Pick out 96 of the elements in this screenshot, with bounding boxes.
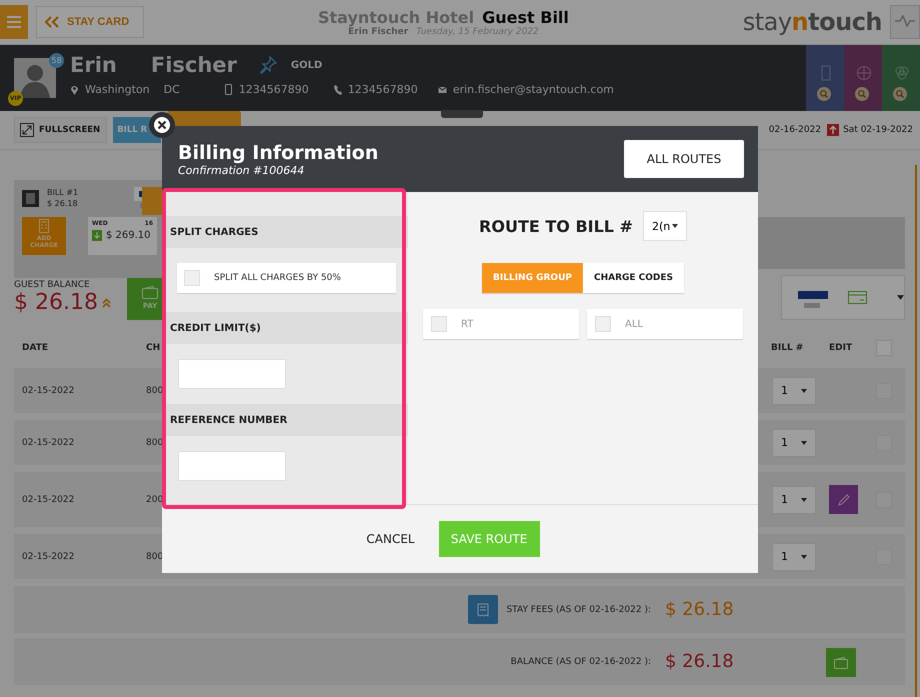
double-chevron-left-icon[interactable] [45,16,59,28]
caret-icon[interactable] [672,224,678,228]
cancel-button[interactable]: CANCEL [360,531,421,547]
location-icon [70,84,79,95]
circles-icon [894,65,910,81]
logo: stayntouch [742,8,882,36]
close-icon[interactable] [153,116,171,134]
checkbox[interactable] [595,316,611,332]
menu-button[interactable] [0,5,28,39]
checkbox[interactable] [184,270,200,286]
reference-number-field[interactable] [178,451,286,481]
first-name: Erin [70,53,117,77]
bill-select[interactable]: 2(n [642,211,687,241]
last-name: Fischer [150,53,237,77]
city-text: Washington [85,83,150,96]
pulse-icon[interactable] [895,14,915,26]
globe-icon [856,65,872,81]
bill-icon [22,190,39,206]
confirmation-number: Confirmation #100644 [178,164,306,176]
caret-icon[interactable] [801,554,807,558]
table-cell-text: 02-15-2022 [21,386,76,396]
wallet-icon[interactable] [834,656,848,668]
date-text: Sat 02-19-2022 [843,125,913,135]
edit-button[interactable] [829,485,858,514]
count-badge: 58 [49,53,64,68]
table-cell-text: 02-15-2022 [21,552,76,562]
chevron-up-icon [102,298,111,308]
phone-icon [332,84,342,95]
column-header: BILL # [771,343,804,353]
menu-icon[interactable] [7,16,21,28]
lookup-tile[interactable] [844,45,882,111]
total-label: STAY FEES (AS OF 02-16-2022 ): [506,604,651,614]
total-label: BALANCE (AS OF 02-16-2022 ): [510,656,651,666]
search-icon [855,87,869,101]
split-option[interactable]: SPLIT ALL CHARGES BY 50% [177,263,396,293]
mail-icon [438,84,447,95]
tab[interactable]: CHARGE CODES [583,263,684,293]
scrollbar[interactable] [915,165,917,697]
mobile-icon [224,84,233,95]
fullscreen-button[interactable]: FULLSCREEN [14,117,108,143]
balance-label: GUEST BALANCE [14,280,91,290]
table-cell: 800 [146,386,164,396]
receipt-button[interactable] [468,595,498,624]
bill-select[interactable]: 1 [772,428,816,456]
down-arrow-icon [92,230,102,241]
activity-button[interactable] [890,5,920,39]
total-amount: $ 26.18 [665,599,735,620]
membership-level: GOLD [290,60,322,70]
caret-icon[interactable] [801,388,807,392]
search-icon [817,87,831,101]
wallet-icon[interactable] [142,286,158,298]
calculator-icon[interactable] [39,219,49,233]
all-routes-button[interactable]: ALL ROUTES [624,140,744,178]
credit-card-icon [848,291,867,304]
column-header: EDIT [829,343,854,353]
table-cell-text: 02-15-2022 [21,438,76,448]
pencil-icon[interactable] [836,492,850,506]
bill-select[interactable]: 1 [772,542,816,570]
bill-select[interactable]: 1 [772,486,816,514]
lookup-tile[interactable] [806,45,844,111]
caret-icon[interactable] [801,440,807,444]
table-cell: 800 [146,438,164,448]
balance-amount: $ 26.18 [14,290,98,315]
caret-icon [897,295,904,300]
receipt-icon[interactable] [477,602,490,616]
column-header: DATE [21,343,50,353]
column-header: CH [146,343,162,353]
pin-icon[interactable] [258,56,277,74]
total-amount: $ 26.18 [665,651,735,672]
hotel-name: Stayntouch Hotel [318,8,474,26]
wallet-button[interactable] [826,648,856,677]
bill-select[interactable]: 1 [772,376,816,404]
lookup-tile[interactable] [882,45,920,111]
payment-card-select[interactable] [781,275,905,320]
phone-number: 1234567890 [348,83,418,96]
credit-limit-field[interactable] [178,359,286,389]
caret-icon[interactable] [801,498,807,502]
email-text: erin.fischer@stayntouch.com [452,83,614,96]
day-amount: $ 269.10 [106,230,151,241]
guest-name: Erin Fischer [348,26,408,36]
bill-summary: BILL #1 $ 26.18 [47,187,80,209]
date-text: 02-16-2022 [768,125,822,135]
checkbox[interactable] [431,316,447,332]
option-label: RT [461,318,474,330]
dialog-title: Billing Information [178,142,378,164]
departure-icon [827,124,840,136]
option-label: SPLIT ALL CHARGES BY 50% [214,273,341,283]
table-cell: 800 [146,552,164,562]
expand-icon[interactable] [20,123,34,137]
search-icon [893,87,907,101]
option-label: ALL [625,318,643,330]
page-title: Guest Bill [482,8,569,26]
table-cell-text: 02-15-2022 [21,494,76,504]
mobile-number: 1234567890 [238,83,309,96]
route-label: ROUTE TO BILL # [479,216,633,236]
state-text: DC [164,83,180,96]
